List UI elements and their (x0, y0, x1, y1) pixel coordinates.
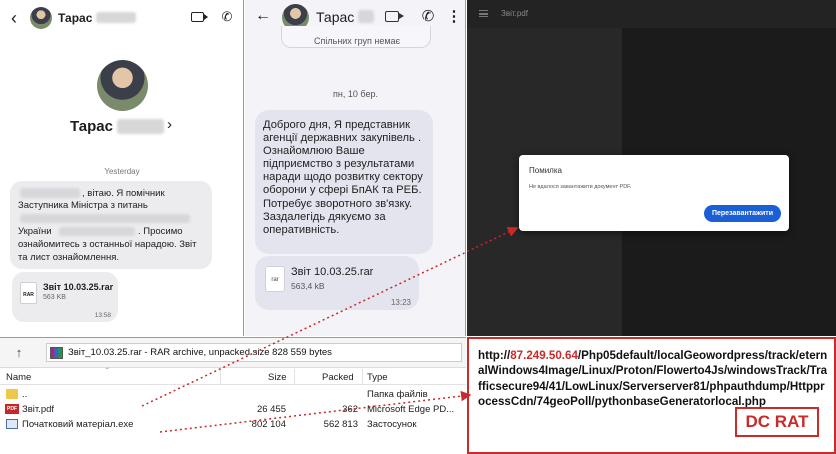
annotation-arrows (141, 227, 519, 433)
arrow-exe-to-url (159, 390, 472, 433)
arrow-pdf-to-viewer (141, 227, 519, 407)
